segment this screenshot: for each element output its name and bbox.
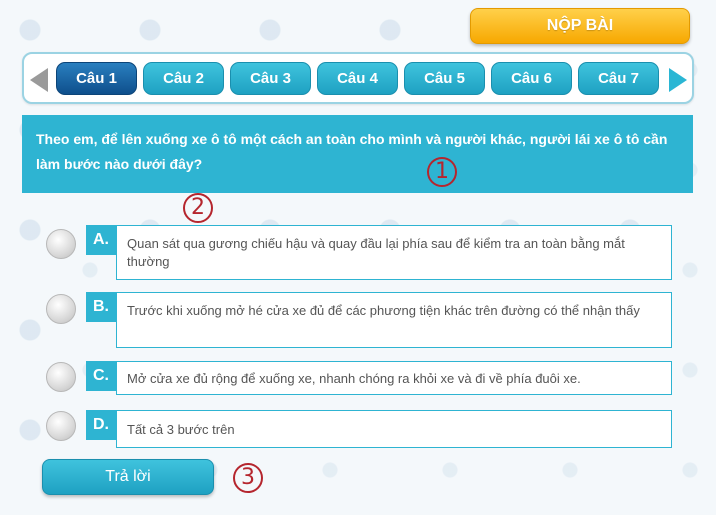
tab-question-4[interactable]: Câu 4 (317, 62, 398, 95)
tab-question-1[interactable]: Câu 1 (56, 62, 137, 95)
radio-answer-d[interactable] (46, 411, 76, 441)
answer-letter-b: B. (86, 292, 116, 322)
answer-option-a: A. Quan sát qua gương chiếu hậu và quay … (44, 225, 672, 285)
submit-exam-button[interactable]: NỘP BÀI (470, 8, 690, 44)
question-nav-bar: Câu 1 Câu 2 Câu 3 Câu 4 Câu 5 Câu 6 Câu … (22, 52, 694, 104)
tab-question-5[interactable]: Câu 5 (404, 62, 485, 95)
tab-question-6[interactable]: Câu 6 (491, 62, 572, 95)
answer-text-b[interactable]: Trước khi xuống mở hé cửa xe đủ để các p… (116, 292, 672, 348)
arrow-left-icon[interactable] (30, 68, 48, 92)
annotation-marker-2: 2 (183, 193, 213, 223)
radio-answer-c[interactable] (46, 362, 76, 392)
question-tabs: Câu 1 Câu 2 Câu 3 Câu 4 Câu 5 Câu 6 Câu … (56, 62, 659, 95)
tab-question-2[interactable]: Câu 2 (143, 62, 224, 95)
annotation-marker-3: 3 (233, 463, 263, 493)
radio-answer-a[interactable] (46, 229, 76, 259)
answer-option-b: B. Trước khi xuống mở hé cửa xe đủ để cá… (44, 292, 672, 352)
answer-letter-d: D. (86, 410, 116, 440)
answer-letter-c: C. (86, 361, 116, 391)
annotation-marker-1: 1 (427, 157, 457, 187)
tab-question-7[interactable]: Câu 7 (578, 62, 659, 95)
answer-letter-a: A. (86, 225, 116, 255)
arrow-right-icon[interactable] (669, 68, 687, 92)
answer-button[interactable]: Trả lời (42, 459, 214, 495)
question-text: Theo em, để lên xuống xe ô tô một cách a… (22, 115, 693, 193)
answer-text-d[interactable]: Tất cả 3 bước trên (116, 410, 672, 448)
radio-answer-b[interactable] (46, 294, 76, 324)
answer-text-a[interactable]: Quan sát qua gương chiếu hậu và quay đầu… (116, 225, 672, 280)
tab-question-3[interactable]: Câu 3 (230, 62, 311, 95)
answer-text-c[interactable]: Mở cửa xe đủ rộng để xuống xe, nhanh chó… (116, 361, 672, 395)
